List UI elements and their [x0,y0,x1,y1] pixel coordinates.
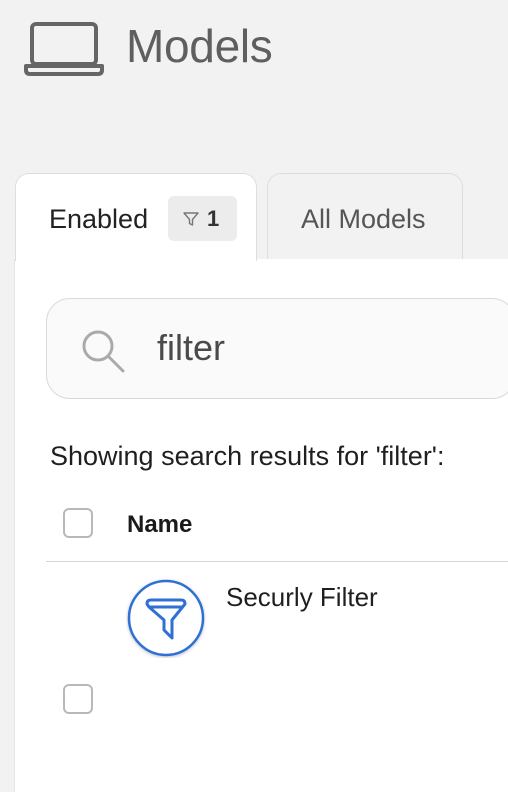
filter-count: 1 [207,206,220,231]
page-header: Models [0,0,508,110]
tab-all-models-label: All Models [301,204,426,234]
search-box[interactable] [46,298,508,399]
tab-all-models[interactable]: All Models [267,173,463,259]
tab-enabled[interactable]: Enabled 1 [15,173,257,261]
tab-enabled-label: Enabled [49,204,149,234]
column-header-name[interactable]: Name [127,508,192,542]
model-name: Securly Filter [226,582,378,612]
search-icon [82,330,125,373]
table-header-divider [46,561,508,562]
search-results-caption: Showing search results for 'filter': [50,441,445,471]
search-input[interactable] [157,323,497,373]
row-checkbox[interactable] [63,684,93,714]
page-title: Models [126,20,273,72]
funnel-icon [183,212,199,226]
filter-count-badge[interactable]: 1 [168,196,237,241]
laptop-icon [24,22,104,76]
funnel-icon [127,579,205,657]
select-all-checkbox[interactable] [63,508,93,538]
